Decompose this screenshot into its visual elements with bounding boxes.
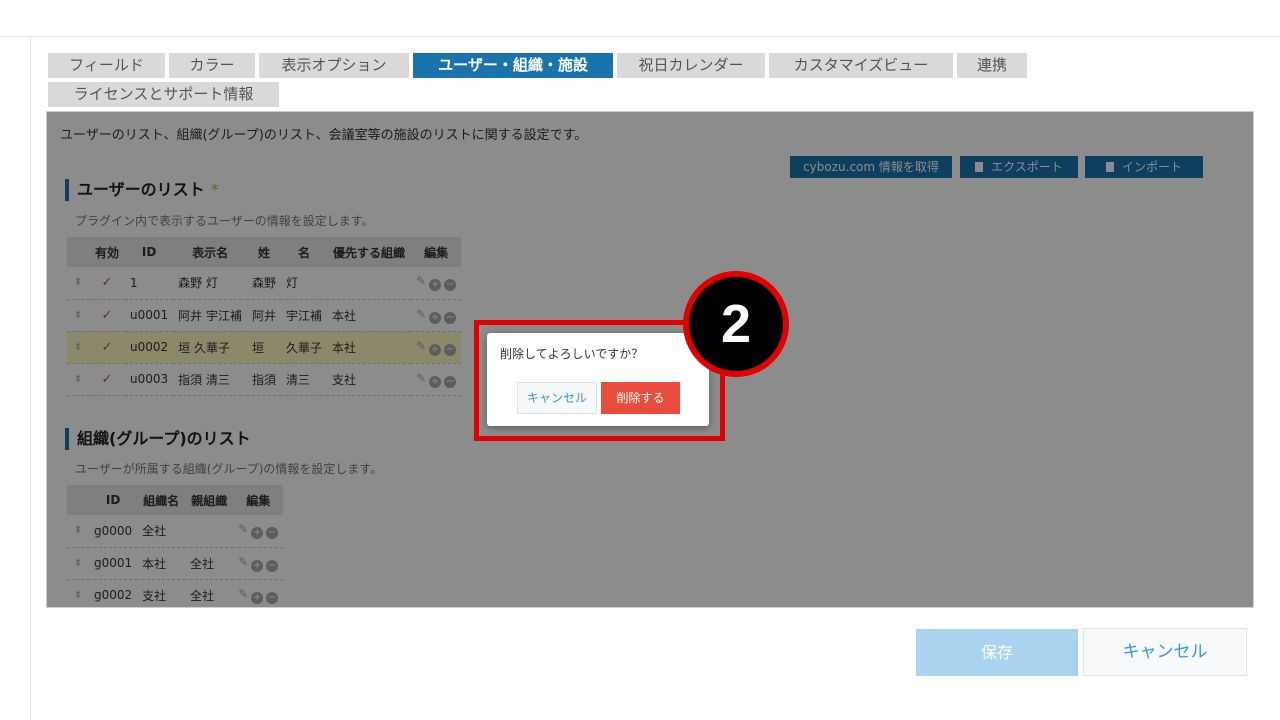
- top-divider: [0, 36, 1280, 37]
- tab-field[interactable]: フィールド: [48, 53, 165, 78]
- tab-holiday-calendar[interactable]: 祝日カレンダー: [617, 53, 765, 78]
- step-badge: 2: [683, 271, 789, 377]
- left-divider: [30, 37, 31, 720]
- tab-users-orgs-facilities[interactable]: ユーザー・組織・施設: [413, 53, 613, 78]
- tab-license-support[interactable]: ライセンスとサポート情報: [48, 82, 279, 107]
- step-number: 2: [689, 277, 783, 371]
- cancel-button[interactable]: キャンセル: [1083, 628, 1247, 676]
- tab-color[interactable]: カラー: [169, 53, 255, 78]
- tab-integration[interactable]: 連携: [957, 53, 1027, 78]
- tab-display-options[interactable]: 表示オプション: [259, 53, 409, 78]
- save-button[interactable]: 保存: [916, 629, 1078, 676]
- tab-customize-view[interactable]: カスタマイズビュー: [769, 53, 953, 78]
